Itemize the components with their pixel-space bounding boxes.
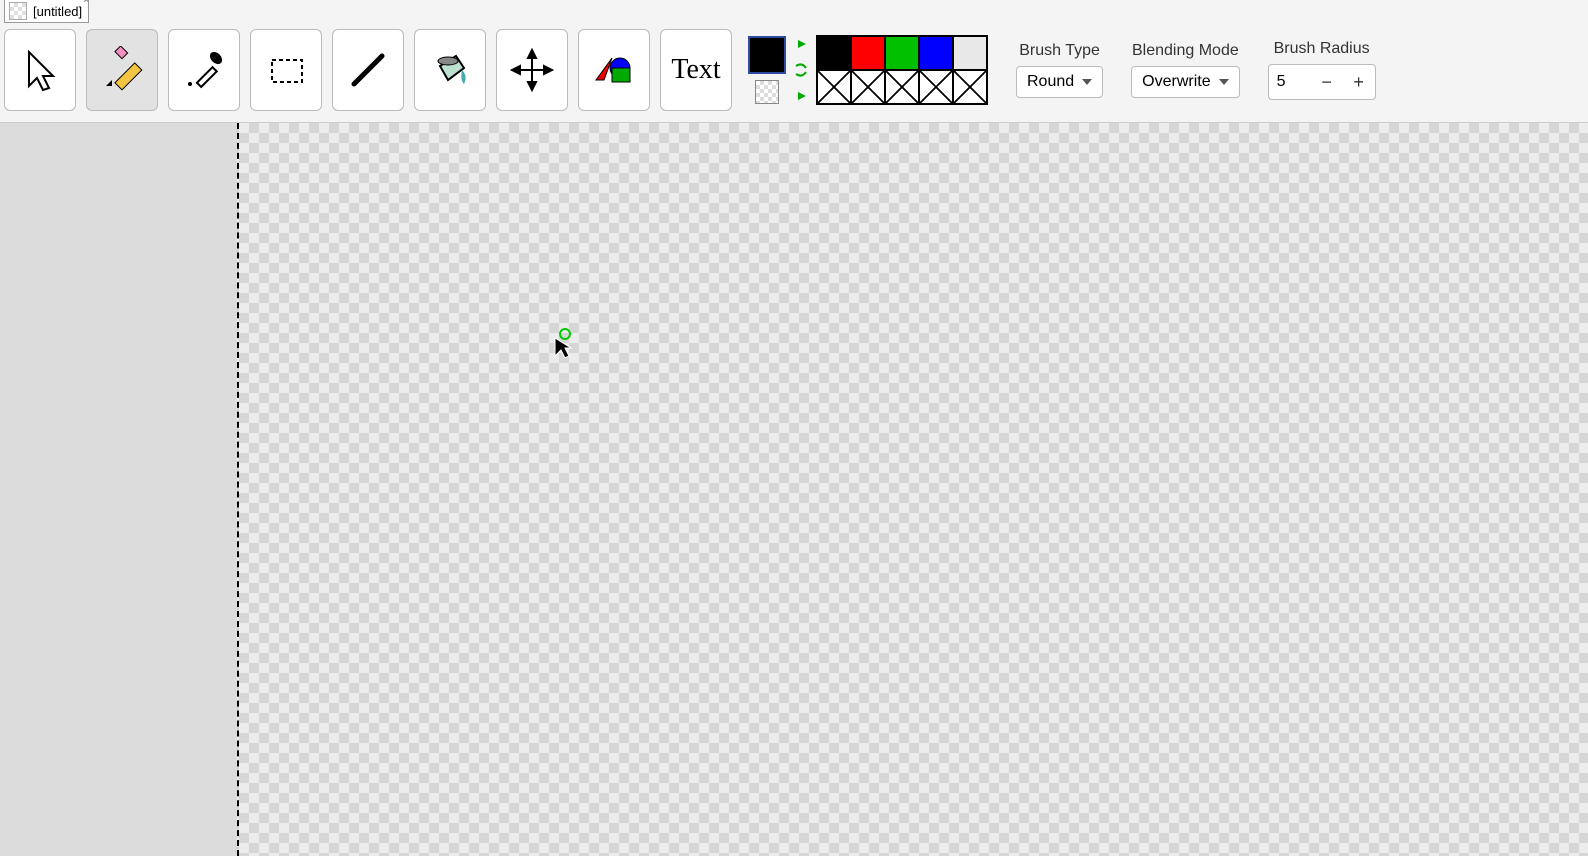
color-palette: [816, 35, 988, 105]
pointer-tool[interactable]: [4, 29, 76, 111]
brush-type-dropdown[interactable]: Round: [1016, 66, 1103, 98]
workspace: [0, 123, 1588, 856]
canvas-cursor-icon: [551, 328, 575, 358]
pointer-icon: [21, 46, 59, 94]
brush-radius-value: 5: [1269, 73, 1311, 91]
foreground-color[interactable]: [748, 36, 786, 74]
brush-radius-spinner[interactable]: 5 − +: [1268, 64, 1376, 100]
brush-type-value: Round: [1027, 73, 1074, 91]
assign-fg-icon[interactable]: [794, 36, 808, 52]
color-area: [748, 35, 988, 105]
document-tab[interactable]: [untitled] ×: [4, 0, 89, 23]
blending-mode-label: Blending Mode: [1132, 42, 1239, 60]
bucket-icon: [426, 46, 474, 94]
tab-title: [untitled]: [33, 4, 82, 19]
line-icon: [344, 46, 392, 94]
palette-green[interactable]: [885, 36, 919, 70]
blending-mode-dropdown[interactable]: Overwrite: [1131, 66, 1239, 98]
text-icon: Text: [671, 54, 720, 86]
pencil-icon: [98, 46, 146, 94]
move-icon: [508, 46, 556, 94]
selection-tool[interactable]: [250, 29, 322, 111]
palette-empty-2[interactable]: [851, 70, 885, 104]
palette-empty-4[interactable]: [919, 70, 953, 104]
brush-radius-label: Brush Radius: [1274, 40, 1370, 58]
palette-empty-3[interactable]: [885, 70, 919, 104]
eyedropper-icon: [180, 46, 228, 94]
close-icon[interactable]: ×: [80, 0, 92, 8]
brush-radius-control: Brush Radius 5 − +: [1268, 40, 1376, 100]
tab-bar: [untitled] ×: [0, 0, 1588, 18]
chevron-down-icon: [1082, 79, 1092, 85]
move-tool[interactable]: [496, 29, 568, 111]
palette-red[interactable]: [851, 36, 885, 70]
text-tool[interactable]: Text: [660, 29, 732, 111]
line-tool[interactable]: [332, 29, 404, 111]
bucket-tool[interactable]: [414, 29, 486, 111]
chevron-down-icon: [1219, 79, 1229, 85]
tool-group: Text: [4, 29, 732, 111]
palette-empty-1[interactable]: [817, 70, 851, 104]
palette-blue[interactable]: [919, 36, 953, 70]
shapes-icon: [590, 46, 638, 94]
toolbar: Text Brush Type Rou: [0, 18, 1588, 123]
brush-type-label: Brush Type: [1019, 42, 1100, 60]
document-icon: [9, 2, 27, 20]
selection-icon: [262, 46, 310, 94]
assign-bg-icon[interactable]: [794, 88, 808, 104]
canvas[interactable]: [237, 123, 1588, 856]
blending-mode-control: Blending Mode Overwrite: [1131, 42, 1239, 98]
background-color[interactable]: [755, 80, 779, 104]
decrement-button[interactable]: −: [1311, 65, 1343, 99]
pencil-tool[interactable]: [86, 29, 158, 111]
palette-black[interactable]: [817, 36, 851, 70]
palette-empty-5[interactable]: [953, 70, 987, 104]
palette-lightgray[interactable]: [953, 36, 987, 70]
swap-arrows: [794, 36, 808, 104]
shapes-tool[interactable]: [578, 29, 650, 111]
brush-type-control: Brush Type Round: [1016, 42, 1103, 98]
blending-mode-value: Overwrite: [1142, 73, 1210, 91]
swap-icon[interactable]: [794, 62, 808, 78]
eyedropper-tool[interactable]: [168, 29, 240, 111]
increment-button[interactable]: +: [1343, 65, 1375, 99]
